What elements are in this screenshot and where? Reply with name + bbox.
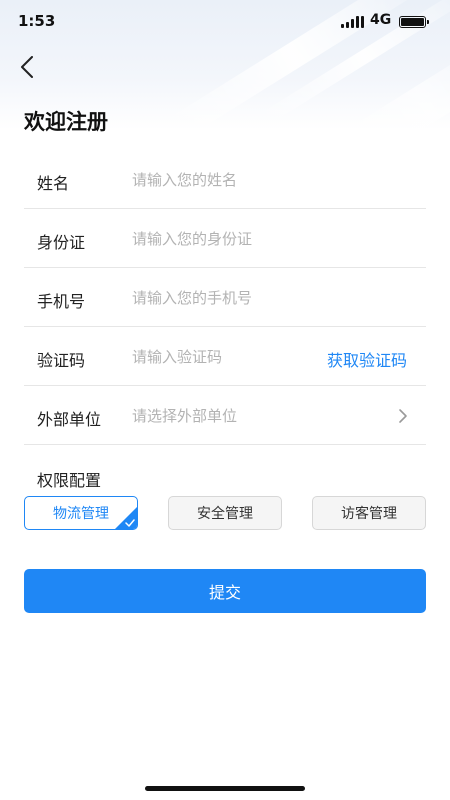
name-row: 姓名 — [24, 150, 426, 209]
code-label: 验证码 — [37, 351, 86, 370]
permissions-title: 权限配置 — [37, 471, 102, 490]
id-card-row: 身份证 — [24, 209, 426, 268]
phone-label: 手机号 — [37, 292, 86, 311]
phone-row: 手机号 — [24, 268, 426, 327]
status-time: 1:53 — [18, 12, 56, 30]
id-card-label: 身份证 — [37, 233, 86, 252]
get-code-button[interactable]: 获取验证码 — [327, 347, 407, 371]
unit-select[interactable] — [132, 402, 312, 430]
chevron-right-icon — [399, 409, 407, 423]
register-form: 姓名 身份证 手机号 验证码 获取验证码 外部单位 — [24, 150, 426, 445]
chevron-left-icon — [21, 56, 33, 78]
home-indicator — [145, 786, 305, 791]
code-input[interactable] — [132, 343, 292, 371]
perm-option-visitor[interactable]: 访客管理 — [312, 496, 426, 530]
page-title: 欢迎注册 — [24, 110, 108, 134]
battery-icon — [399, 16, 429, 28]
perm-option-label: 物流管理 — [53, 506, 109, 522]
submit-button[interactable]: 提交 — [24, 569, 426, 613]
phone-input[interactable] — [132, 284, 312, 312]
status-bar: 1:53 4G — [0, 0, 450, 44]
id-card-input[interactable] — [132, 225, 312, 253]
name-input[interactable] — [132, 166, 312, 194]
signal-icon — [341, 16, 365, 28]
perm-option-security[interactable]: 安全管理 — [168, 496, 282, 530]
perm-option-label: 访客管理 — [341, 506, 397, 522]
network-label: 4G — [370, 12, 392, 28]
check-icon — [125, 519, 135, 527]
back-button[interactable] — [10, 50, 44, 84]
unit-label: 外部单位 — [37, 410, 102, 429]
perm-option-logistics[interactable]: 物流管理 — [24, 496, 138, 530]
code-row: 验证码 获取验证码 — [24, 327, 426, 386]
perm-option-label: 安全管理 — [197, 506, 253, 522]
unit-row[interactable]: 外部单位 — [24, 386, 426, 445]
name-label: 姓名 — [37, 174, 70, 193]
